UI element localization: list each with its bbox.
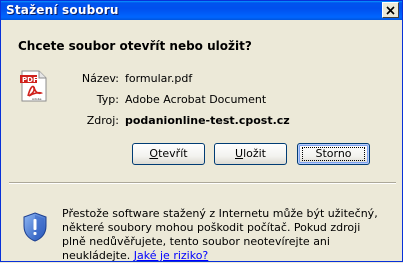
source-value: podanionline-test.cpost.cz (125, 114, 290, 127)
download-dialog: Stažení souboru Chcete soubor otevřít ne… (0, 0, 403, 262)
pdf-icon-sublabel: Adobe (32, 97, 42, 101)
source-label: Zdroj: (86, 114, 119, 127)
warning-message: Přestože software stažený z Internetu mů… (62, 207, 378, 262)
security-warning-text: Přestože software stažený z Internetu mů… (62, 207, 384, 263)
pdf-file-icon: PDF Adobe (20, 70, 48, 102)
window-title: Stažení souboru (6, 3, 119, 17)
save-button[interactable]: Uložit (214, 143, 287, 165)
open-button-label: Otevřít (149, 147, 188, 160)
security-warning-panel: Přestože software stažený z Internetu mů… (1, 185, 402, 262)
save-button-label: Uložit (235, 147, 266, 160)
type-label: Typ: (96, 93, 119, 106)
divider (9, 182, 396, 184)
close-icon (386, 6, 395, 15)
risk-info-link[interactable]: Jaké je riziko? (134, 249, 209, 262)
title-bar[interactable]: Stažení souboru (1, 1, 402, 20)
close-button[interactable] (382, 2, 399, 18)
cancel-button-label: Storno (315, 147, 352, 160)
pdf-icon-label: PDF (22, 76, 38, 84)
type-value: Adobe Acrobat Document (125, 93, 267, 106)
security-shield-icon (22, 212, 48, 242)
name-label: Název: (81, 72, 119, 85)
open-button[interactable]: Otevřít (132, 143, 205, 165)
name-value: formular.pdf (125, 72, 193, 85)
dialog-question: Chcete soubor otevřít nebo uložit? (18, 39, 252, 53)
cancel-button[interactable]: Storno (297, 143, 370, 165)
